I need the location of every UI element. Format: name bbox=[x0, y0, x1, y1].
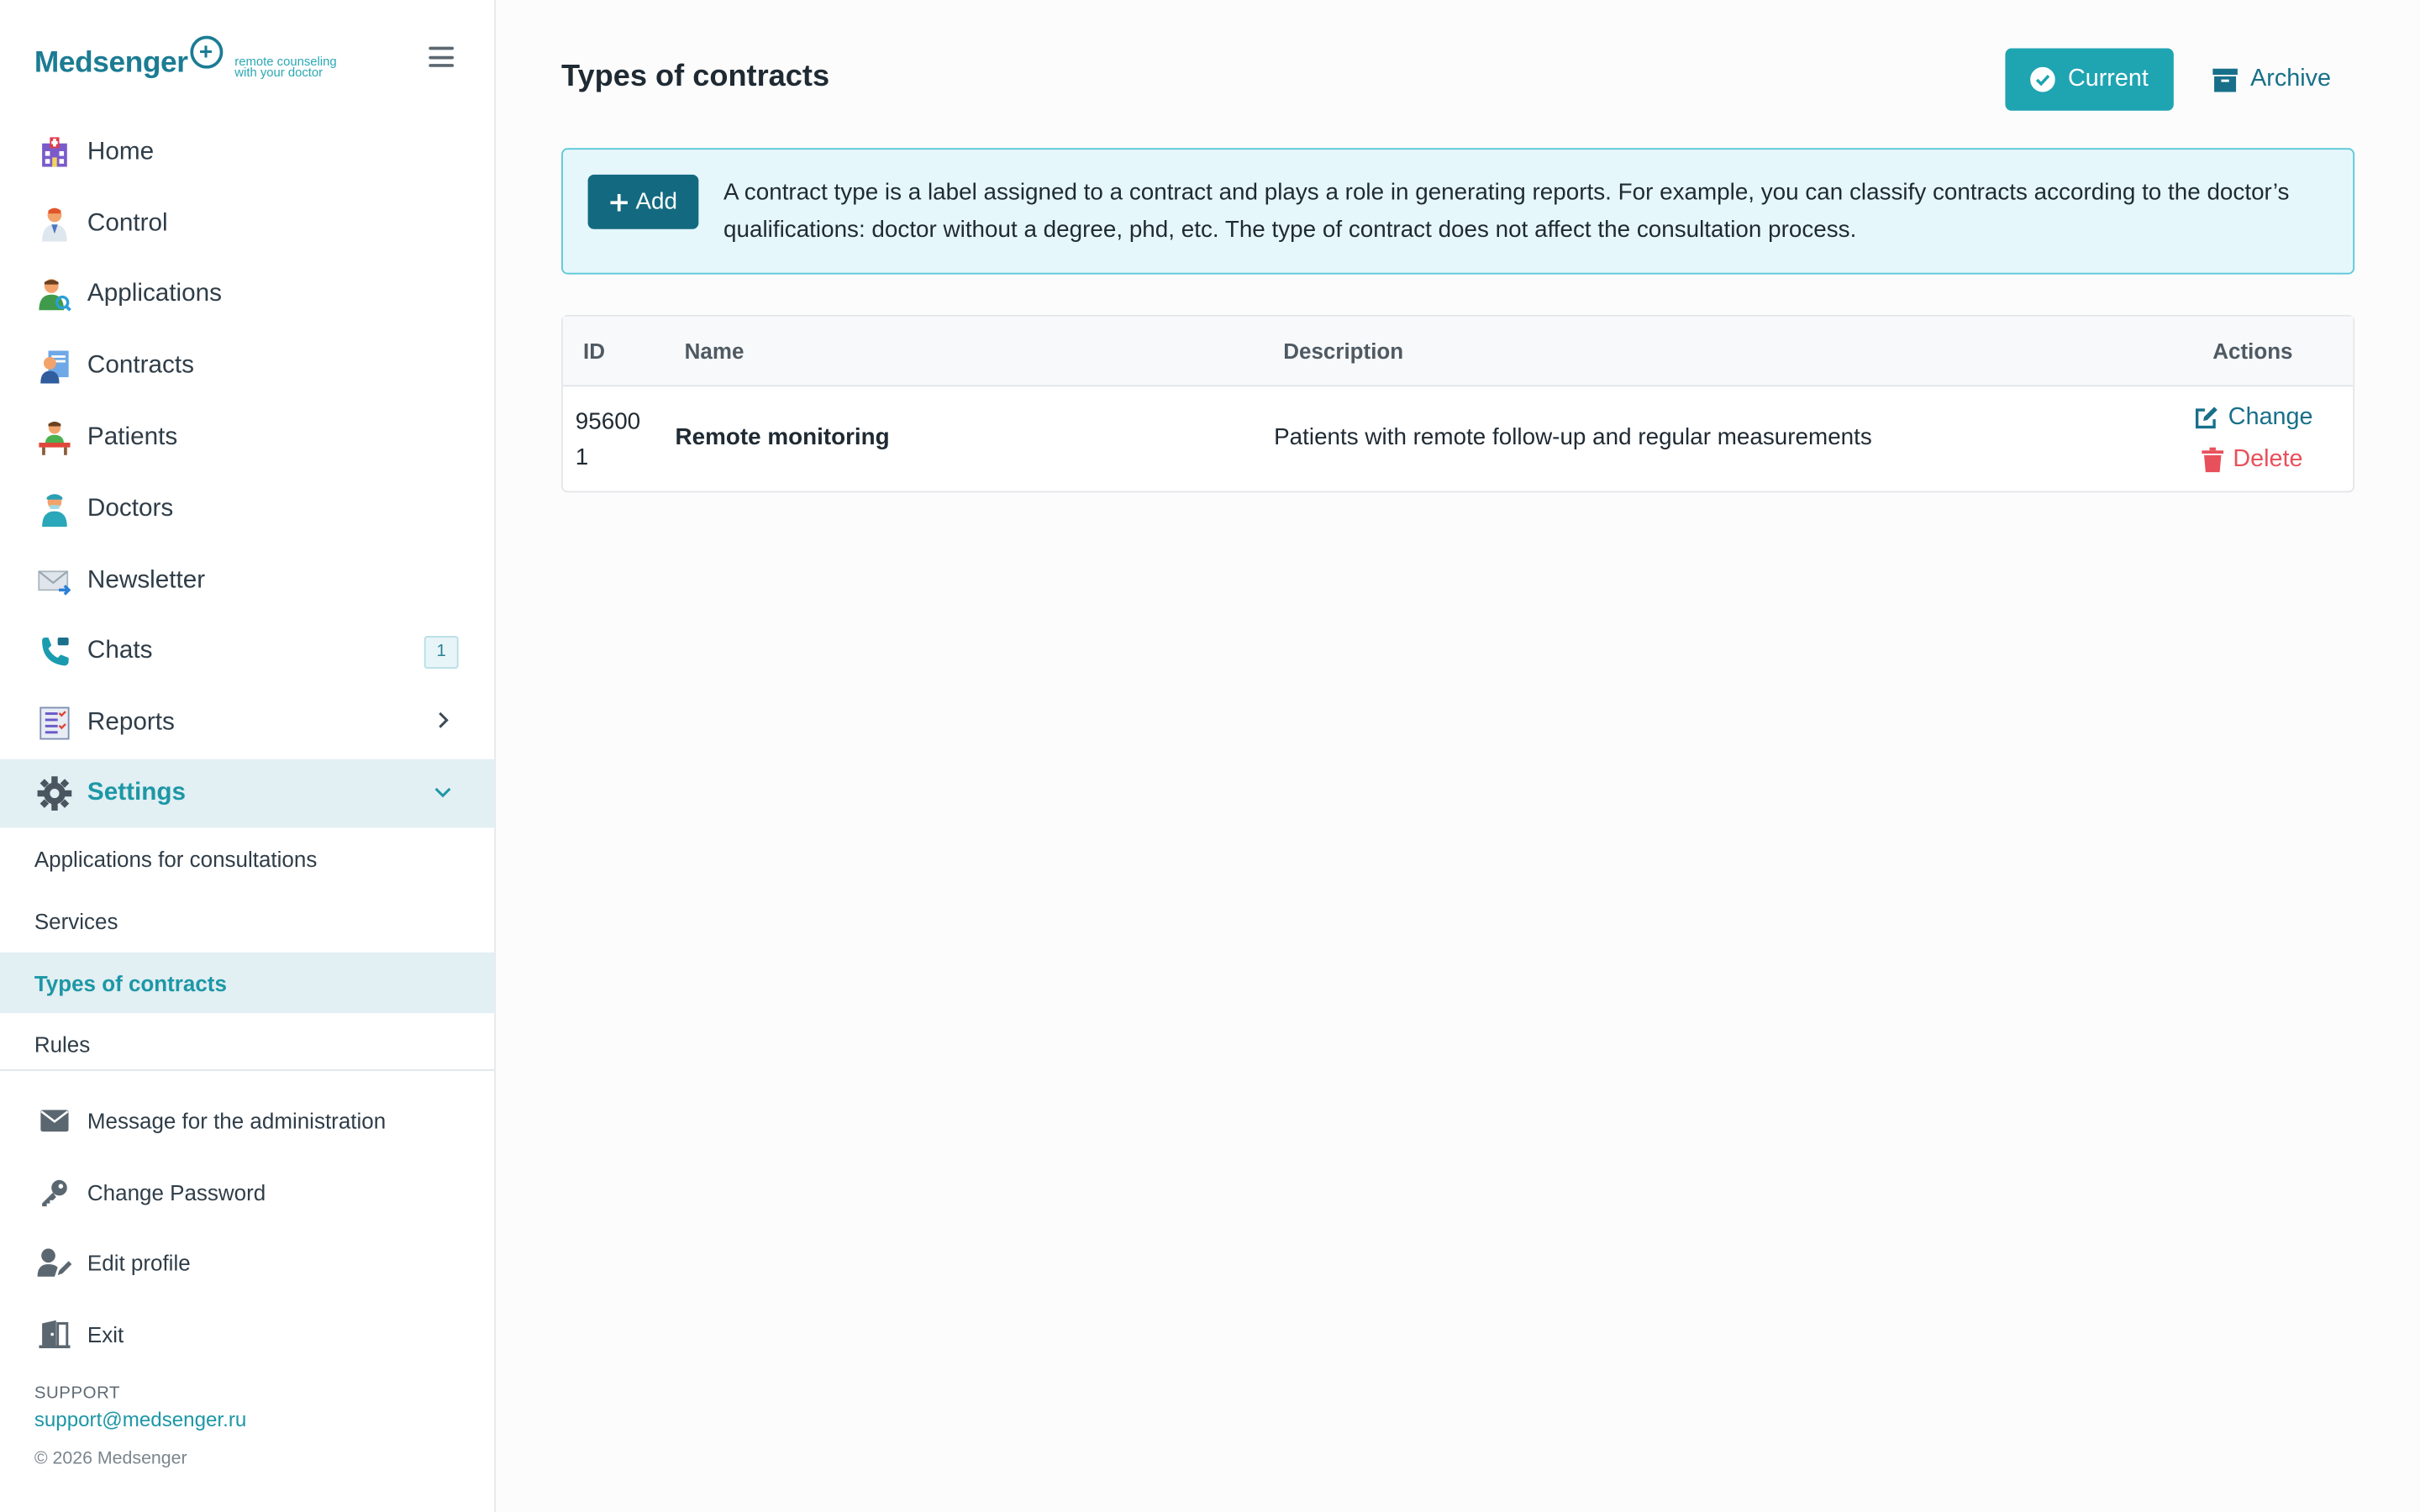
sidebar-item-label: Change Password bbox=[87, 1179, 266, 1205]
sidebar-item-label: Edit profile bbox=[87, 1250, 191, 1276]
page-title: Types of contracts bbox=[561, 59, 830, 94]
edit-icon bbox=[2196, 407, 2217, 429]
mail-icon bbox=[38, 1104, 72, 1138]
user-search-icon bbox=[38, 278, 72, 312]
sidebar-item-contracts[interactable]: Contracts bbox=[0, 331, 494, 402]
change-button-label: Change bbox=[2228, 403, 2313, 431]
plus-icon bbox=[609, 193, 628, 211]
doctor-icon bbox=[38, 207, 72, 242]
logo-tagline-line2: with your doctor bbox=[234, 65, 324, 80]
column-header-id[interactable]: ID bbox=[583, 339, 605, 364]
sidebar-item-message-admin[interactable]: Message for the administration bbox=[0, 1085, 494, 1157]
column-header-actions: Actions bbox=[2212, 338, 2293, 364]
sidebar-item-exit[interactable]: Exit bbox=[0, 1299, 494, 1370]
divider bbox=[0, 1069, 495, 1071]
logo[interactable]: Medsenger + remote counseling with your … bbox=[34, 34, 375, 84]
sidebar: Medsenger + remote counseling with your … bbox=[0, 0, 497, 1512]
chevron-down-icon bbox=[434, 788, 451, 798]
account-nav: Message for the administration Change Pa… bbox=[0, 1085, 494, 1370]
copyright: © 2026 Medsenger bbox=[34, 1449, 187, 1469]
contract-types-table: ID Name Description Actions 95600 1 Remo… bbox=[561, 314, 2355, 493]
logo-plus-icon: + bbox=[189, 35, 223, 69]
cell-id-line1: 95600 bbox=[575, 408, 641, 435]
user-edit-icon bbox=[37, 1246, 72, 1280]
logo-wordmark: Medsenger bbox=[34, 46, 188, 80]
sidebar-item-label: Home bbox=[87, 138, 155, 165]
sidebar-item-newsletter[interactable]: Newsletter bbox=[0, 545, 494, 617]
table-row: 95600 1 Remote monitoring Patients with … bbox=[563, 386, 2353, 492]
patient-icon bbox=[38, 421, 72, 456]
table-header: ID Name Description Actions bbox=[562, 316, 2354, 387]
sidebar-item-label: Chats bbox=[87, 638, 153, 665]
hospital-icon bbox=[38, 135, 72, 170]
sidebar-item-label: Exit bbox=[87, 1321, 124, 1347]
submenu-item-applications-for-consultations[interactable]: Applications for consultations bbox=[0, 827, 494, 890]
main-nav: Home Control Applications Contracts Pati… bbox=[0, 117, 495, 828]
sidebar-item-control[interactable]: Control bbox=[0, 188, 494, 260]
delete-button[interactable]: Delete bbox=[2202, 445, 2303, 474]
info-panel: Add A contract type is a label assigned … bbox=[561, 148, 2355, 275]
archive-button[interactable]: Archive bbox=[2192, 49, 2351, 111]
cell-name: Remote monitoring bbox=[675, 423, 890, 451]
change-button[interactable]: Change bbox=[2194, 404, 2313, 432]
gear-icon bbox=[37, 776, 72, 811]
trash-icon bbox=[2202, 447, 2224, 473]
submenu-item-services[interactable]: Services bbox=[0, 890, 494, 953]
sidebar-item-label: Applications bbox=[87, 281, 223, 308]
sidebar-item-edit-profile[interactable]: Edit profile bbox=[0, 1227, 494, 1299]
sidebar-item-doctors[interactable]: Doctors bbox=[0, 474, 494, 545]
sidebar-item-home[interactable]: Home bbox=[0, 117, 494, 188]
sidebar-item-label: Contracts bbox=[87, 352, 194, 380]
column-header-description[interactable]: Description bbox=[1283, 339, 1403, 364]
sidebar-item-patients[interactable]: Patients bbox=[0, 402, 494, 474]
contract-icon bbox=[38, 349, 72, 385]
support-email-link[interactable]: support@medsenger.ru bbox=[34, 1408, 246, 1431]
add-button[interactable]: Add bbox=[587, 174, 699, 229]
sidebar-item-settings[interactable]: Settings bbox=[0, 759, 495, 828]
envelope-icon bbox=[38, 564, 72, 598]
submenu-item-rules[interactable]: Rules bbox=[0, 1013, 494, 1075]
chevron-right-icon bbox=[439, 712, 449, 729]
menu-toggle-icon[interactable] bbox=[429, 46, 455, 69]
sidebar-item-chats[interactable]: Chats 1 bbox=[0, 617, 494, 688]
cell-id-line2: 1 bbox=[575, 444, 589, 471]
door-icon bbox=[38, 1317, 72, 1352]
phone-icon bbox=[38, 635, 72, 669]
cell-id: 95600 1 bbox=[576, 404, 640, 475]
sidebar-item-applications[interactable]: Applications bbox=[0, 260, 494, 331]
sidebar-item-label: Message for the administration bbox=[87, 1108, 387, 1133]
key-icon bbox=[38, 1174, 72, 1209]
cell-description: Patients with remote follow-up and regul… bbox=[1274, 423, 1872, 451]
sidebar-item-label: Newsletter bbox=[87, 566, 206, 594]
column-header-name[interactable]: Name bbox=[685, 339, 744, 364]
sidebar-item-label: Doctors bbox=[87, 495, 174, 522]
submenu-item-types-of-contracts[interactable]: Types of contracts bbox=[0, 952, 495, 1014]
nurse-icon bbox=[38, 492, 72, 527]
sidebar-item-change-password[interactable]: Change Password bbox=[0, 1156, 494, 1227]
logo-tagline: remote counseling with your doctor bbox=[234, 55, 375, 80]
sidebar-item-label: Settings bbox=[87, 780, 187, 806]
current-button-label: Current bbox=[2067, 65, 2149, 92]
sidebar-item-label: Reports bbox=[87, 709, 175, 737]
info-text: A contract type is a label assigned to a… bbox=[723, 179, 2290, 244]
report-icon bbox=[38, 706, 72, 741]
settings-submenu: Applications for consultations Services … bbox=[0, 827, 495, 1075]
sidebar-item-label: Patients bbox=[87, 423, 178, 451]
current-button[interactable]: Current bbox=[2005, 48, 2174, 111]
add-button-label: Add bbox=[635, 188, 678, 216]
sidebar-item-label: Control bbox=[87, 209, 168, 237]
support-heading: SUPPORT bbox=[34, 1383, 121, 1404]
delete-button-label: Delete bbox=[2233, 445, 2303, 473]
check-circle-icon bbox=[2030, 66, 2056, 92]
archive-icon bbox=[2212, 67, 2238, 92]
sidebar-item-reports[interactable]: Reports bbox=[0, 688, 494, 759]
unread-count-badge: 1 bbox=[424, 635, 459, 669]
archive-button-label: Archive bbox=[2250, 65, 2331, 92]
